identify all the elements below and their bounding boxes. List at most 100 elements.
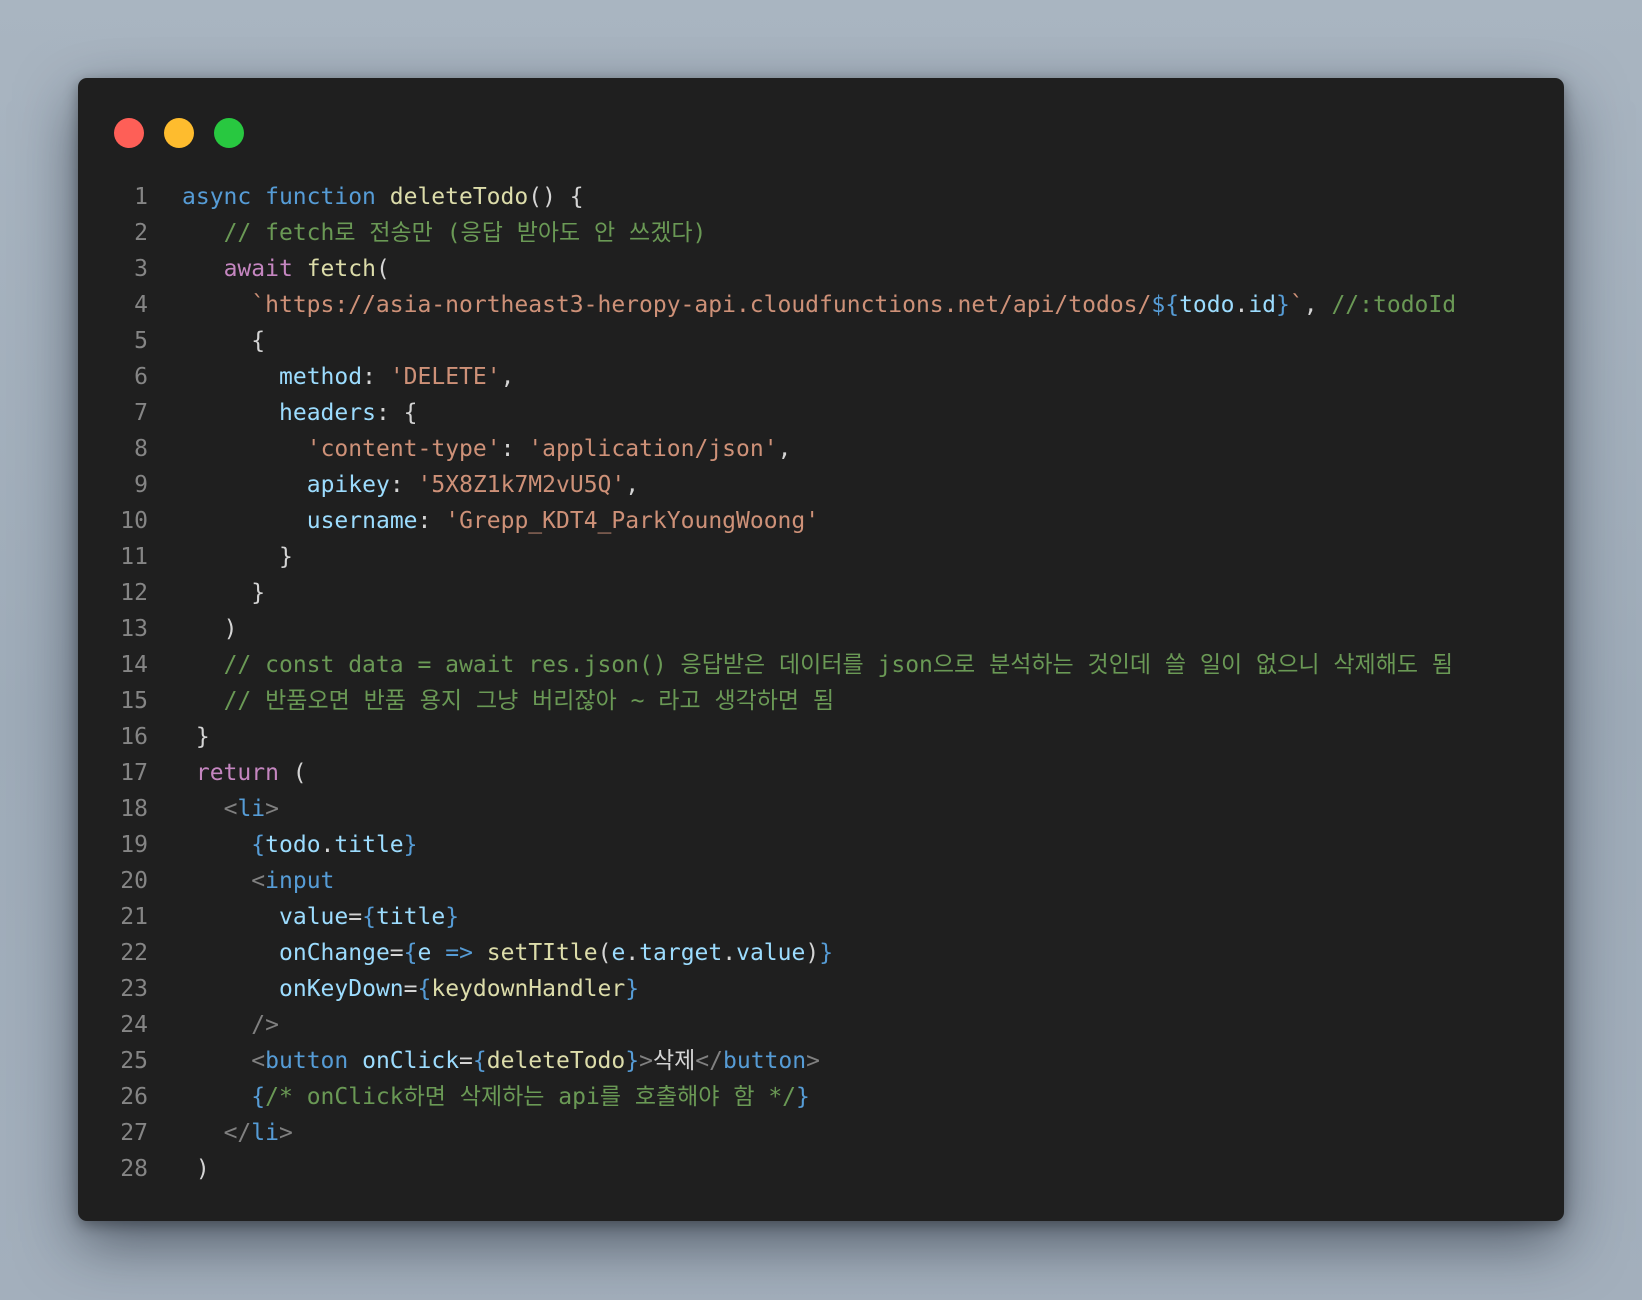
code-line: 10 username: 'Grepp_KDT4_ParkYoungWoong' (78, 503, 1564, 539)
code-token: : (500, 436, 529, 462)
line-number: 14 (120, 652, 148, 678)
code-token: > (639, 1048, 653, 1074)
code-token: </ (223, 1120, 252, 1146)
line-number: 8 (134, 436, 148, 462)
line-number: 27 (120, 1120, 148, 1146)
code-token: => (445, 940, 473, 966)
line-number: 20 (120, 868, 148, 894)
line-number: 22 (120, 940, 148, 966)
code-token: ) (195, 1156, 210, 1182)
code-line: 9 apikey: '5X8Z1k7M2vU5Q', (78, 467, 1564, 503)
code-window: 1 async function deleteTodo() {2// fetch로… (78, 78, 1564, 1221)
code-token: keydownHandler (431, 976, 626, 1002)
code-token: { (362, 904, 376, 930)
code-text: // fetch로 전송만 (응답 받아도 안 쓰겠다) (148, 215, 707, 251)
code-text: ) (148, 611, 238, 647)
code-token: todo (1179, 292, 1235, 318)
code-token: < (223, 796, 238, 822)
code-token: } (1276, 292, 1290, 318)
code-token: } (625, 976, 640, 1002)
code-text: <li> (148, 791, 279, 827)
code-token: { (472, 1048, 487, 1074)
code-line: 6 method: 'DELETE', (78, 359, 1564, 395)
code-line: 13) (78, 611, 1564, 647)
code-text: {/* onClick하면 삭제하는 api를 호출해야 함 */} (148, 1079, 810, 1115)
code-token: `https://asia-northeast3-heropy-api.clou… (251, 292, 1152, 318)
line-number: 25 (120, 1048, 148, 1074)
code-token: 삭제 (652, 1048, 696, 1074)
zoom-button[interactable] (214, 118, 244, 148)
code-token: li (251, 1120, 279, 1146)
code-token: : (417, 508, 446, 534)
line-number: 18 (120, 796, 148, 822)
code-text: apikey: '5X8Z1k7M2vU5Q', (148, 467, 639, 503)
line-number: 9 (134, 472, 148, 498)
code-token: todo (265, 832, 321, 858)
code-token: value (736, 940, 806, 966)
code-token: button (265, 1048, 349, 1074)
code-token: = (459, 1048, 473, 1074)
code-text: } (148, 539, 293, 575)
code-text: headers: { (148, 395, 417, 431)
code-token: button (723, 1048, 807, 1074)
code-token: { (417, 976, 432, 1002)
code-text: `https://asia-northeast3-heropy-api.clou… (148, 287, 1456, 323)
code-text: // 반품오면 반품 용지 그냥 버리잖아 ~ 라고 생각하면 됨 (148, 683, 835, 719)
code-token: { (251, 328, 266, 354)
code-text: value={title} (148, 899, 459, 935)
code-text: async function deleteTodo() { (148, 179, 584, 215)
code-token: , (625, 472, 640, 498)
line-number: 26 (120, 1084, 148, 1110)
code-token: /> (251, 1012, 279, 1038)
code-token: deleteTodo (486, 1048, 626, 1074)
code-text: } (148, 719, 210, 755)
close-button[interactable] (114, 118, 144, 148)
code-text: 'content-type': 'application/json', (148, 431, 792, 467)
code-token: apikey (306, 472, 390, 498)
code-token: //:todoId (1331, 292, 1457, 318)
line-number: 11 (120, 544, 148, 570)
code-token: async (182, 184, 252, 210)
code-text: // const data = await res.json() 응답받은 데이… (148, 647, 1453, 683)
code-token: ) (223, 616, 238, 642)
code-token: { (251, 832, 266, 858)
code-token: ) (805, 940, 820, 966)
code-line: 14 // const data = await res.json() 응답받은 … (78, 647, 1564, 683)
code-token: } (819, 940, 834, 966)
code-block: 1 async function deleteTodo() {2// fetch로… (78, 179, 1564, 1187)
line-number: 28 (120, 1156, 148, 1182)
code-text: <input (148, 863, 334, 899)
code-token: . (320, 832, 335, 858)
line-number: 15 (120, 688, 148, 714)
code-text: onChange={e => setTItle(e.target.value)} (148, 935, 833, 971)
code-token: deleteTodo (389, 184, 529, 210)
code-text: await fetch( (148, 251, 390, 287)
code-token: } (796, 1084, 810, 1110)
code-token: setTItle (486, 940, 598, 966)
code-token: = (348, 904, 363, 930)
code-token: < (251, 1048, 266, 1074)
code-token: </ (695, 1048, 723, 1074)
line-number: 1 (134, 184, 148, 210)
code-text: } (148, 575, 265, 611)
line-number: 23 (120, 976, 148, 1002)
code-line: 17 return ( (78, 755, 1564, 791)
code-text: username: 'Grepp_KDT4_ParkYoungWoong' (148, 503, 819, 539)
code-token: onChange (279, 940, 390, 966)
code-token: await (223, 256, 293, 282)
minimize-button[interactable] (164, 118, 194, 148)
code-token: , (500, 364, 515, 390)
code-token: > (265, 796, 279, 822)
code-token: '5X8Z1k7M2vU5Q' (417, 472, 626, 498)
code-line: 26 {/* onClick하면 삭제하는 api를 호출해야 함 */} (78, 1079, 1564, 1115)
code-token: : (389, 472, 418, 498)
code-token: , (1303, 292, 1332, 318)
code-token: title (375, 904, 446, 930)
line-number: 4 (134, 292, 148, 318)
code-token: () { (528, 184, 584, 210)
code-text: method: 'DELETE', (148, 359, 514, 395)
line-number: 10 (120, 508, 148, 534)
